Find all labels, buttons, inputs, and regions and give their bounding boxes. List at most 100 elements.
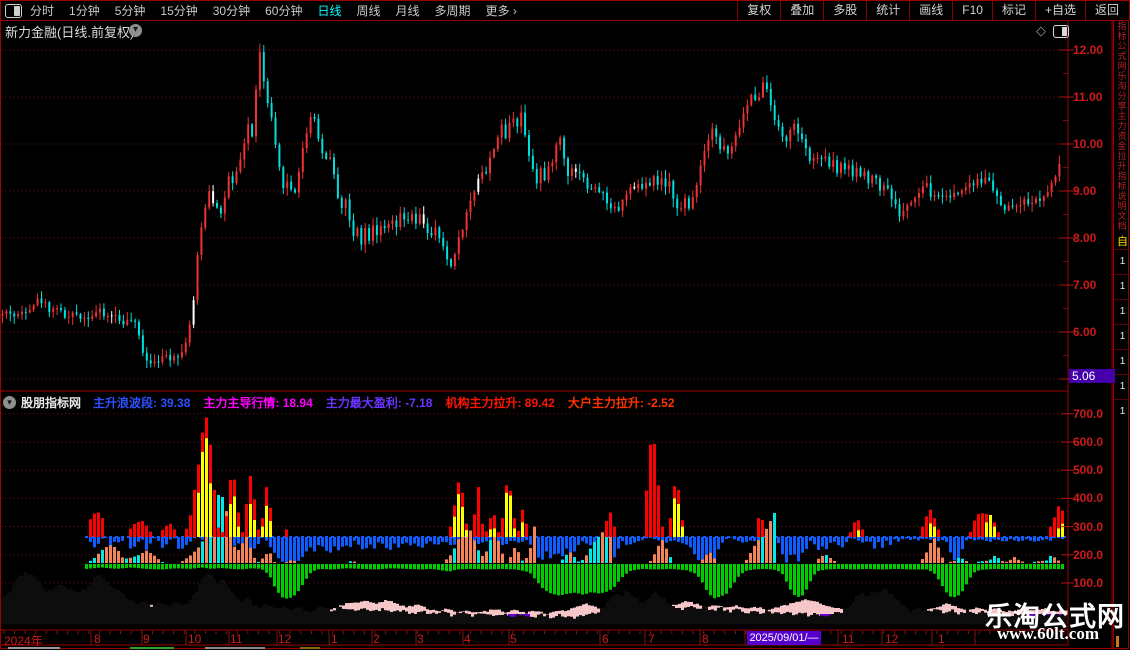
- right-strip-item-7[interactable]: 1: [1114, 399, 1130, 424]
- candle-body: [383, 225, 386, 228]
- candle-body: [52, 308, 55, 312]
- diamond-icon[interactable]: ◇: [1036, 23, 1046, 39]
- candle-body: [87, 317, 90, 320]
- period-menu-item-9[interactable]: 月线: [396, 2, 420, 19]
- black-mountain: [159, 603, 162, 624]
- red-spike-bar: [141, 520, 144, 537]
- candle-body: [442, 238, 445, 247]
- period-menu-item-8[interactable]: 周线: [356, 2, 380, 19]
- right-strip-item-2[interactable]: 1: [1114, 274, 1130, 299]
- right-strip-item-1[interactable]: 1: [1114, 249, 1130, 274]
- right-strip-item-4[interactable]: 1: [1114, 324, 1130, 349]
- window-layout-icon[interactable]: [5, 3, 22, 18]
- blue-level-line: [85, 536, 88, 538]
- green-area-bar: [405, 564, 408, 569]
- black-mountain: [291, 609, 294, 624]
- period-menu-item-2[interactable]: 1分钟: [69, 2, 100, 19]
- mound-bar: [453, 548, 456, 563]
- candle-body: [972, 183, 975, 186]
- candle-body: [258, 52, 261, 90]
- black-mountain: [573, 618, 576, 624]
- tools-menu-item-7[interactable]: 标记: [991, 1, 1035, 20]
- collapse-chevron-icon[interactable]: ▾: [3, 395, 16, 409]
- green-area-bar: [557, 564, 560, 596]
- green-area-bar: [617, 564, 620, 582]
- green-area-bar: [529, 564, 532, 574]
- tools-menu-item-8[interactable]: +自选: [1034, 1, 1085, 20]
- right-side-strip[interactable]: 指 标 公 式 网 乐 淘 分 享 主 力 资 金 拉 升 指 标 说 明 文 …: [1113, 21, 1130, 650]
- candle-body: [1011, 205, 1014, 207]
- green-area-bar: [773, 564, 776, 570]
- black-mountain: [339, 606, 342, 624]
- black-mountain: [729, 612, 732, 624]
- tools-menu-item-3[interactable]: 多股: [823, 1, 866, 20]
- period-menu-item-7[interactable]: 日线: [317, 2, 341, 19]
- red-spike-bar: [969, 531, 972, 537]
- chart-canvas[interactable]: [0, 0, 1130, 650]
- black-mountain: [699, 608, 702, 624]
- split-window-icon[interactable]: [1053, 25, 1069, 38]
- tools-menu-item-5[interactable]: 画线: [909, 1, 952, 20]
- black-mountain: [483, 613, 486, 624]
- red-spike-bar: [849, 532, 852, 537]
- mound-bar: [265, 554, 268, 563]
- black-mountain: [390, 612, 393, 624]
- period-menu-item-5[interactable]: 30分钟: [213, 2, 250, 19]
- period-menu-item-11[interactable]: 更多 ›: [486, 2, 517, 19]
- black-mountain: [141, 601, 144, 624]
- blue-hang-bar: [1025, 537, 1028, 540]
- candle-body: [840, 163, 842, 174]
- blue-hang-bar: [845, 537, 848, 543]
- tools-menu-item-2[interactable]: 叠加: [780, 1, 823, 20]
- black-mountain: [237, 598, 240, 624]
- candle-body: [691, 197, 694, 209]
- red-spike-bar: [225, 516, 228, 537]
- green-area-bar: [853, 564, 856, 570]
- green-area-bar: [353, 564, 356, 569]
- period-menu-item-6[interactable]: 60分钟: [265, 2, 302, 19]
- right-strip-item-5[interactable]: 1: [1114, 349, 1130, 374]
- period-menu-item-4[interactable]: 15分钟: [160, 2, 197, 19]
- yellow-spike-bar: [465, 530, 468, 537]
- green-area-bar: [925, 564, 928, 570]
- mound-bar: [577, 561, 580, 563]
- blue-hang-bar: [949, 537, 952, 553]
- right-strip-item-6[interactable]: 1: [1114, 374, 1130, 399]
- black-mountain: [384, 610, 387, 624]
- mound-bar: [989, 559, 992, 563]
- period-menu-item-3[interactable]: 5分钟: [115, 2, 146, 19]
- black-mountain: [879, 591, 882, 624]
- candle-body: [430, 233, 433, 236]
- green-area-bar: [313, 564, 316, 571]
- tools-menu-item-9[interactable]: 返回: [1084, 1, 1128, 20]
- black-mountain: [582, 616, 585, 624]
- blue-hang-bar: [777, 537, 780, 543]
- green-area-bar: [969, 564, 972, 578]
- mound-bar: [657, 545, 660, 563]
- black-mountain: [798, 612, 801, 624]
- mound-bar: [153, 555, 156, 563]
- candle-body: [282, 167, 285, 189]
- green-area-bar: [737, 564, 740, 577]
- tools-menu-item-6[interactable]: F10: [952, 1, 992, 20]
- candle-body: [594, 187, 597, 189]
- green-area-bar: [881, 564, 884, 570]
- right-strip-item-3[interactable]: 1: [1114, 299, 1130, 324]
- period-menu-item-1[interactable]: 分时: [30, 2, 54, 19]
- candle-body: [863, 171, 866, 177]
- green-area-bar: [669, 564, 672, 569]
- candle-body: [130, 319, 133, 321]
- chevron-down-icon[interactable]: ▾: [129, 24, 142, 37]
- blue-hang-bar: [317, 537, 320, 546]
- green-area-bar: [385, 564, 388, 569]
- mound-bar: [821, 555, 824, 563]
- period-menu-item-10[interactable]: 多周期: [435, 2, 471, 19]
- tools-menu-item-1[interactable]: 复权: [737, 1, 780, 20]
- candle-body: [656, 176, 659, 185]
- black-mountain: [249, 599, 252, 624]
- tools-menu-item-4[interactable]: 统计: [866, 1, 909, 20]
- indicator-axis-label: 200.0: [1073, 547, 1104, 562]
- black-mountain: [342, 608, 345, 624]
- black-mountain: [30, 573, 33, 624]
- yellow-spike-bar: [265, 505, 268, 537]
